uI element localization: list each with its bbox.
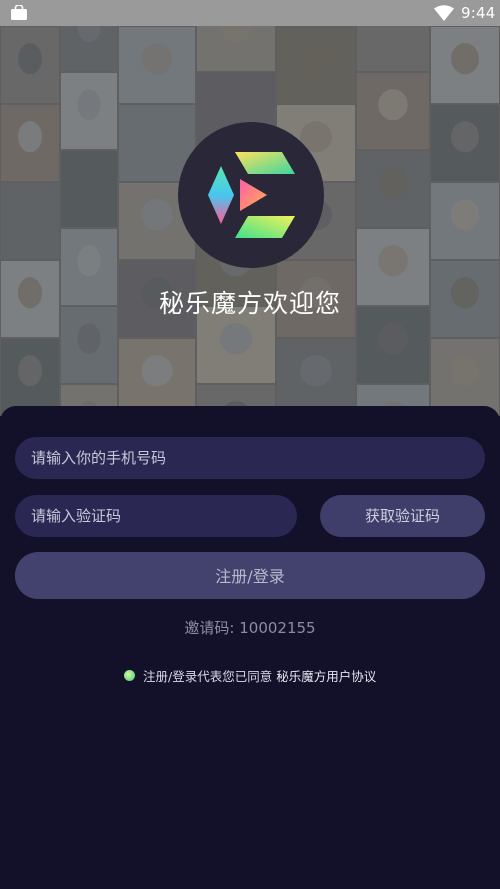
status-time: 9:44 bbox=[461, 4, 496, 22]
status-bar: 9:44 bbox=[0, 0, 500, 26]
welcome-title: 秘乐魔方欢迎您 bbox=[158, 289, 341, 318]
agreement-row: 注册/登录代表您已同意 秘乐魔方用户协议 bbox=[124, 666, 376, 684]
verification-code-input[interactable] bbox=[15, 495, 297, 537]
invite-code-text: 邀请码: 10002155 bbox=[184, 619, 316, 637]
wifi-icon bbox=[434, 5, 454, 21]
agreement-text: 注册/登录代表您已同意 bbox=[143, 668, 273, 684]
get-verification-code-button[interactable]: 获取验证码 bbox=[320, 495, 485, 537]
app-logo-icon bbox=[178, 122, 324, 268]
register-login-button[interactable]: 注册/登录 bbox=[15, 552, 485, 599]
agreement-radio-icon[interactable] bbox=[124, 669, 135, 681]
user-agreement-link[interactable]: 秘乐魔方用户协议 bbox=[276, 666, 376, 685]
shopping-bag-icon bbox=[11, 5, 27, 20]
phone-number-input[interactable] bbox=[15, 437, 485, 479]
login-panel: 获取验证码 注册/登录 邀请码: 10002155 注册/登录代表您已同意 秘乐… bbox=[0, 406, 500, 889]
